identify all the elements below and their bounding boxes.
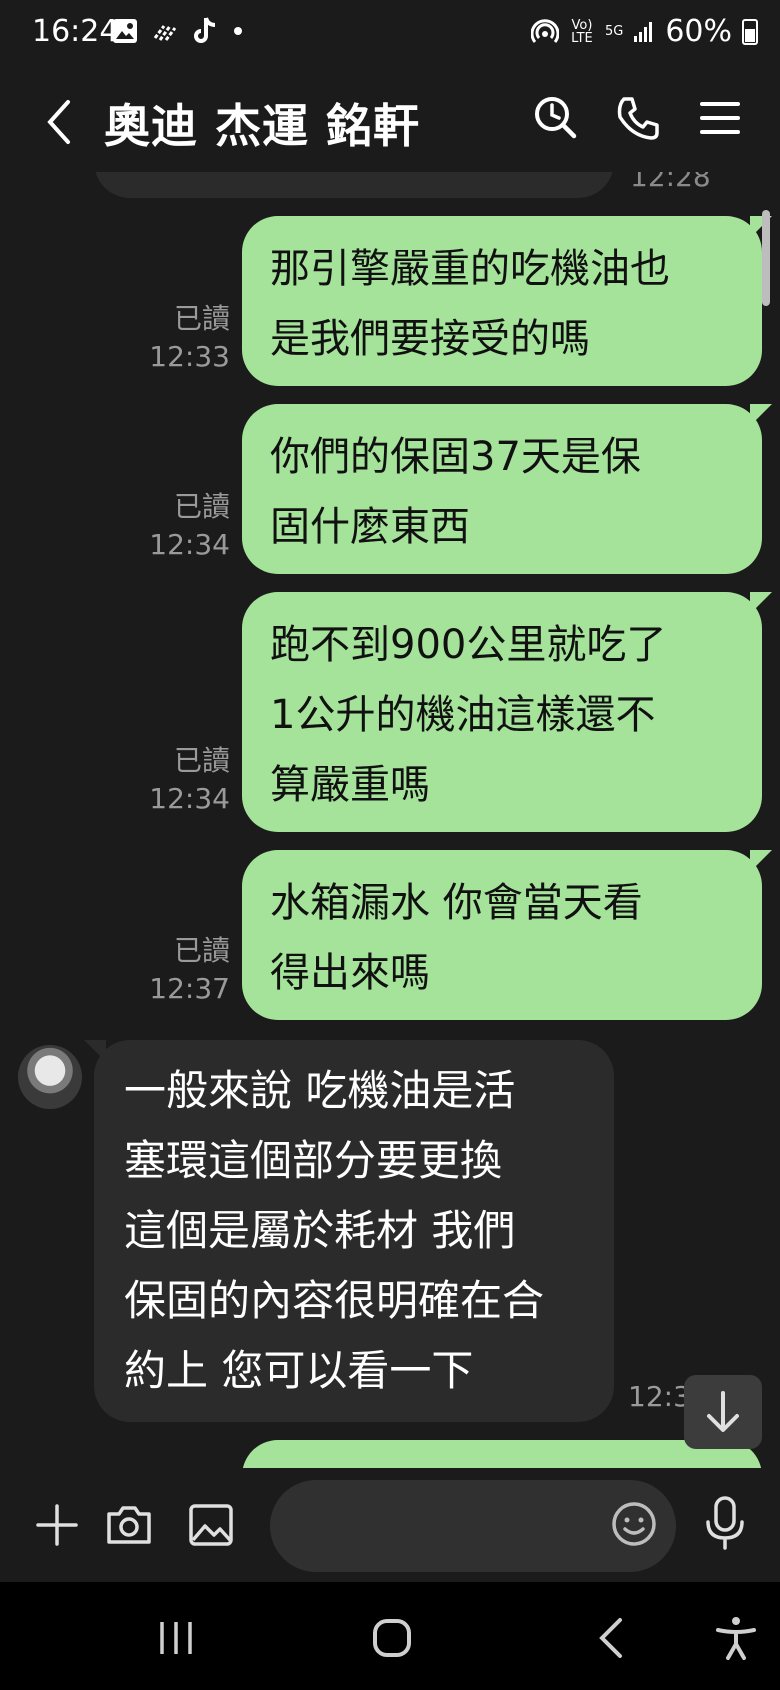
message-line: 塞環這個部分要更換 xyxy=(124,1136,503,1185)
status-right: Vo) LTE 5G 60% xyxy=(530,14,758,49)
message-line: 這個是屬於耗材 我們 xyxy=(124,1206,516,1255)
message-line: 約上 您可以看一下 xyxy=(124,1346,474,1395)
status-time: 16:24 xyxy=(32,14,119,49)
chat-header: 奧迪 杰運 銘軒 xyxy=(0,72,780,172)
message-line: 算嚴重嗎 xyxy=(270,762,430,808)
previous-message-bubble[interactable] xyxy=(94,172,614,198)
emoji-icon[interactable] xyxy=(610,1500,658,1548)
message-meta: 已讀 12:34 xyxy=(149,488,230,564)
input-bar xyxy=(0,1468,780,1582)
battery-icon xyxy=(742,18,758,45)
message-time: 12:33 xyxy=(149,340,230,373)
back-icon[interactable] xyxy=(40,96,80,148)
previous-message-time: 12:28 xyxy=(630,172,711,193)
contact-avatar[interactable] xyxy=(18,1045,82,1109)
read-receipt: 已讀 xyxy=(173,302,230,335)
search-clock-icon[interactable] xyxy=(532,94,580,142)
image-icon xyxy=(113,19,137,43)
home-icon[interactable] xyxy=(368,1614,416,1662)
scroll-to-bottom-button[interactable] xyxy=(684,1375,762,1449)
message-line: 那引擎嚴重的吃機油也 xyxy=(270,246,670,292)
tiktok-icon xyxy=(194,17,216,43)
camera-icon[interactable] xyxy=(104,1500,154,1550)
message-time: 12:37 xyxy=(149,972,230,1005)
mic-icon[interactable] xyxy=(700,1494,750,1552)
read-receipt: 已讀 xyxy=(173,490,230,523)
system-nav-bar xyxy=(0,1582,780,1690)
nav-back-icon[interactable] xyxy=(588,1614,636,1662)
plus-icon[interactable] xyxy=(32,1500,82,1550)
message-line: 一般來說 吃機油是活 xyxy=(124,1066,516,1115)
message-line: 1公升的機油這樣還不 xyxy=(270,692,656,738)
message-time: 12:34 xyxy=(149,528,230,561)
outgoing-message-bubble[interactable]: 跑不到900公里就吃了 1公升的機油這樣還不 算嚴重嗎 xyxy=(242,592,772,832)
message-line: 得出來嗎 xyxy=(270,950,430,996)
chat-area[interactable]: 12:28 已讀 12:33 那引擎嚴重的吃機油也 是我們要接受的嗎 已讀 12… xyxy=(0,172,780,1468)
outgoing-message-bubble[interactable]: 水箱漏水 你會當天看 得出來嗎 xyxy=(242,850,772,1020)
message-line: 水箱漏水 你會當天看 xyxy=(270,880,643,926)
message-time: 12:3 xyxy=(628,1380,691,1413)
signal-waves-icon xyxy=(153,25,177,41)
incoming-message-bubble[interactable]: 一般來說 吃機油是活 塞環這個部分要更換 這個是屬於耗材 我們 保固的內容很明確… xyxy=(84,1040,614,1422)
message-line: 保固的內容很明確在合 xyxy=(124,1276,545,1325)
message-meta: 已讀 12:34 xyxy=(149,742,230,818)
read-receipt: 已讀 xyxy=(173,744,230,777)
network-indicator: 5G xyxy=(604,24,624,39)
outgoing-message-bubble[interactable]: 那引擎嚴重的吃機油也 是我們要接受的嗎 xyxy=(242,216,772,386)
message-line: 跑不到900公里就吃了 xyxy=(270,622,667,668)
status-bar: 16:24 Vo) LTE 5G 60% xyxy=(0,0,780,72)
notification-icons xyxy=(112,16,244,46)
recent-apps-icon[interactable] xyxy=(152,1614,200,1662)
hotspot-icon xyxy=(530,18,559,43)
message-line: 固什麼東西 xyxy=(270,504,470,550)
signal-bars-icon xyxy=(634,21,653,42)
dot-icon xyxy=(234,27,242,35)
chat-title: 奧迪 杰運 銘軒 xyxy=(104,99,421,153)
message-line: 是我們要接受的嗎 xyxy=(270,316,590,362)
message-meta: 已讀 12:37 xyxy=(149,932,230,1008)
battery-percent: 60% xyxy=(665,14,732,49)
read-receipt: 已讀 xyxy=(173,934,230,967)
message-time: 12:34 xyxy=(149,782,230,815)
menu-icon[interactable] xyxy=(696,94,744,142)
message-line: 你們的保固37天是保 xyxy=(270,434,641,480)
scrollbar[interactable] xyxy=(762,210,770,306)
message-meta: 已讀 12:33 xyxy=(149,300,230,376)
gallery-icon[interactable] xyxy=(186,1500,236,1550)
phone-icon[interactable] xyxy=(614,94,662,142)
accessibility-icon[interactable] xyxy=(712,1614,760,1662)
outgoing-message-bubble[interactable]: 你們的保固37天是保 固什麼東西 xyxy=(242,404,772,574)
volte-indicator: Vo) LTE xyxy=(571,17,593,46)
arrow-down-icon xyxy=(707,1391,739,1432)
